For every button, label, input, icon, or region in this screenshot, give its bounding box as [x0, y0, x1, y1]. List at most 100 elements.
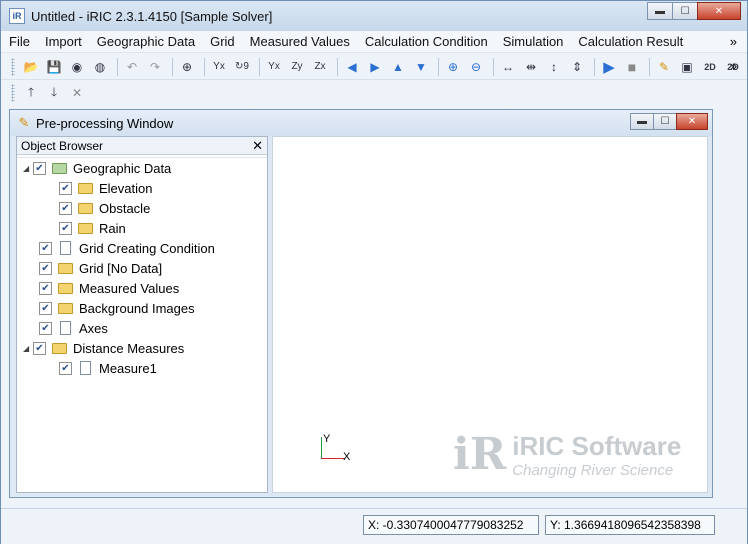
tree-item-label: Measure1 [99, 360, 157, 376]
checkbox[interactable]: ✔ [59, 201, 72, 215]
window-controls: ▬ ☐ ✕ [647, 2, 741, 20]
tree-item-measured-values[interactable]: ✔ Measured Values [39, 278, 179, 298]
graphics-canvas[interactable]: Y X iR iRIC Software Changing River Scie… [272, 136, 708, 493]
toolbar-overflow-button[interactable]: » [730, 59, 737, 73]
toolbar-separator [594, 57, 595, 76]
z-x-view-icon[interactable]: Zx [310, 57, 330, 77]
child-window-controls: ▬ ☐ ✕ [630, 113, 708, 130]
y-axis-line [321, 437, 322, 459]
menu-measured-values[interactable]: Measured Values [250, 34, 350, 49]
object-toolbar: 🡑 🡓 ✕ [1, 81, 747, 105]
tree-item-label: Obstacle [99, 200, 151, 216]
zoom-fit-icon[interactable]: ⊕ [177, 57, 197, 77]
tree-item-distance-measures[interactable]: ◢ ✔ Distance Measures [23, 338, 184, 358]
folder-icon [52, 162, 67, 174]
stop-icon[interactable]: ■ [622, 57, 642, 77]
toolbar-separator [259, 57, 260, 76]
checkbox[interactable]: ✔ [39, 281, 52, 295]
checkbox[interactable]: ✔ [39, 321, 52, 335]
child-minimize-button[interactable]: ▬ [630, 113, 654, 130]
arrow-down-icon[interactable]: ▼ [411, 57, 431, 77]
shrink-vertical-icon[interactable]: ⇕ [567, 57, 587, 77]
2d-view-icon[interactable]: 2D [700, 57, 720, 77]
toolbar-separator [337, 57, 338, 76]
menu-grid[interactable]: Grid [210, 34, 235, 49]
tree-item-grid-creating-condition[interactable]: ✔ Grid Creating Condition [39, 238, 215, 258]
arrow-left-icon[interactable]: ◀ [342, 57, 362, 77]
shrink-horizontal-icon[interactable]: ⇹ [521, 57, 541, 77]
tree-item-elevation[interactable]: ✔ Elevation [59, 178, 152, 198]
tree-item-axes[interactable]: ✔ Axes [39, 318, 108, 338]
collapse-arrow-icon[interactable]: ◢ [23, 164, 33, 173]
move-vertical-icon[interactable]: ↕ [544, 57, 564, 77]
undo-icon[interactable]: ↶ [122, 57, 142, 77]
y-x-axis-icon[interactable]: Yx [209, 57, 229, 77]
close-button[interactable]: ✕ [697, 2, 741, 20]
tree-item-rain[interactable]: ✔ Rain [59, 218, 126, 238]
child-maximize-button[interactable]: ☐ [653, 113, 677, 130]
checkbox[interactable]: ✔ [33, 341, 46, 355]
folder-icon [78, 222, 93, 234]
checkbox[interactable]: ✔ [59, 361, 72, 375]
zoom-out-icon[interactable]: ⊖ [466, 57, 486, 77]
watermark-slogan: Changing River Science [512, 462, 674, 479]
run-icon[interactable]: ▶ [599, 57, 619, 77]
x-axis-label: X [343, 451, 351, 463]
rotate-90-icon[interactable]: ↻9 [232, 57, 252, 77]
tree-item-obstacle[interactable]: ✔ Obstacle [59, 198, 150, 218]
object-browser-header: Object Browser ✕ [17, 137, 267, 155]
maximize-button[interactable]: ☐ [672, 2, 698, 20]
globe-icon[interactable]: ◍ [90, 57, 110, 77]
menu-file[interactable]: File [9, 34, 30, 49]
checkbox[interactable]: ✔ [59, 181, 72, 195]
toolbar-grip[interactable] [11, 57, 15, 76]
collapse-arrow-icon[interactable]: ◢ [23, 344, 33, 353]
x-y-view-icon[interactable]: Yx [264, 57, 284, 77]
toolbar-grip[interactable] [11, 84, 15, 102]
delete-icon[interactable]: ✕ [67, 83, 87, 103]
tree-item-geographic-data[interactable]: ◢ ✔ Geographic Data [23, 158, 271, 178]
tree-item-background-images[interactable]: ✔ Background Images [39, 298, 195, 318]
checkbox[interactable]: ✔ [39, 261, 52, 275]
z-y-view-icon[interactable]: Zy [287, 57, 307, 77]
menu-simulation[interactable]: Simulation [503, 34, 564, 49]
checkbox[interactable]: ✔ [33, 161, 46, 175]
console-icon[interactable]: ▣ [677, 57, 697, 77]
toolbar-separator [172, 57, 173, 76]
toolbar-separator [649, 57, 650, 76]
move-horizontal-icon[interactable]: ↔ [498, 57, 518, 77]
checkbox[interactable]: ✔ [59, 221, 72, 235]
arrow-right-icon[interactable]: ▶ [365, 57, 385, 77]
menu-calculation-result[interactable]: Calculation Result [578, 34, 683, 49]
snapshot-icon[interactable]: ◉ [67, 57, 87, 77]
open-folder-icon[interactable]: 📂 [21, 57, 41, 77]
pencil-icon[interactable]: ✎ [654, 57, 674, 77]
object-browser-close-button[interactable]: ✕ [252, 138, 263, 154]
watermark-text: iRIC Software Changing River Science [512, 431, 681, 479]
save-icon[interactable]: 💾 [44, 57, 64, 77]
tree-item-measure1[interactable]: ✔ Measure1 [59, 358, 157, 378]
toolbar-separator [204, 57, 205, 76]
folder-icon [78, 202, 93, 214]
iric-app-icon: iR [9, 8, 25, 24]
menu-calculation-condition[interactable]: Calculation Condition [365, 34, 488, 49]
tree-item-label: Geographic Data [73, 160, 172, 176]
child-close-button[interactable]: ✕ [676, 113, 708, 130]
folder-icon [58, 302, 73, 314]
menu-overflow-button[interactable]: » [730, 34, 737, 49]
checkbox[interactable]: ✔ [39, 301, 52, 315]
zoom-in-icon[interactable]: ⊕ [443, 57, 463, 77]
redo-icon[interactable]: ↷ [145, 57, 165, 77]
checkbox[interactable]: ✔ [39, 241, 52, 255]
menu-import[interactable]: Import [45, 34, 82, 49]
menu-geographic-data[interactable]: Geographic Data [97, 34, 195, 49]
y-coordinate-readout: Y: 1.3669418096542358398 [545, 515, 715, 535]
arrow-up-icon[interactable]: ▲ [388, 57, 408, 77]
child-window-title: Pre-processing Window [36, 115, 174, 131]
minimize-button[interactable]: ▬ [647, 2, 673, 20]
move-down-icon[interactable]: 🡓 [44, 83, 64, 103]
move-up-icon[interactable]: 🡑 [21, 83, 41, 103]
tree-item-label: Rain [99, 220, 126, 236]
folder-icon [52, 342, 67, 354]
tree-item-grid[interactable]: ✔ Grid [No Data] [39, 258, 162, 278]
